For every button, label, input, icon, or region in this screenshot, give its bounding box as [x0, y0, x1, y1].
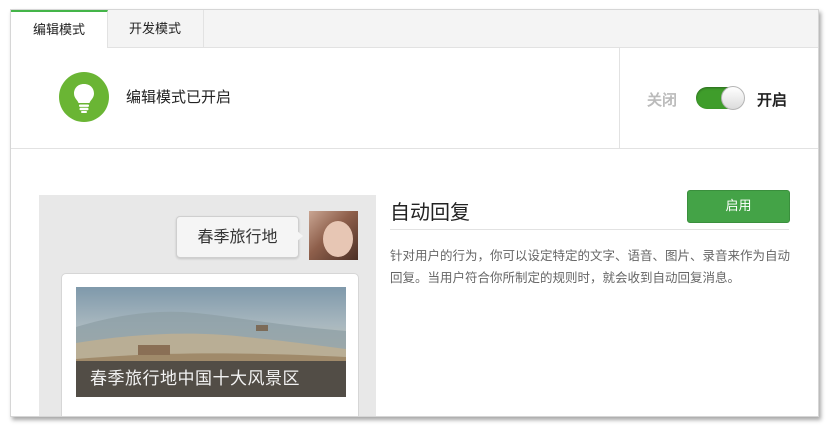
- auto-reply-preview: 春季旅行地 春季旅行地中国十大风景区: [39, 195, 376, 416]
- title-divider: [390, 229, 789, 230]
- settings-panel: 编辑模式 开发模式 编辑模式已开启 关闭 开启 春季旅行地 春季旅行地中国十大风…: [10, 9, 819, 417]
- news-card: 春季旅行地中国十大风景区: [61, 273, 359, 416]
- landscape-image: 春季旅行地中国十大风景区: [76, 287, 346, 397]
- mode-status-text: 编辑模式已开启: [126, 88, 232, 106]
- tab-dev-mode[interactable]: 开发模式: [107, 10, 204, 47]
- tab-bar: 编辑模式 开发模式: [11, 10, 818, 48]
- mode-toggle-switch[interactable]: [696, 86, 745, 110]
- message-bubble-tail: [296, 230, 303, 242]
- divider: [619, 48, 620, 148]
- user-avatar: [309, 211, 358, 260]
- lightbulb-icon: [59, 72, 109, 122]
- enable-button[interactable]: 启用: [687, 190, 790, 223]
- avatar-face: [323, 221, 353, 257]
- toggle-on-label: 开启: [757, 91, 788, 109]
- toggle-off-label: 关闭: [647, 91, 678, 109]
- tab-edit-mode[interactable]: 编辑模式: [11, 10, 108, 48]
- mode-status-row: 编辑模式已开启 关闭 开启: [11, 48, 818, 149]
- news-caption: 春季旅行地中国十大风景区: [76, 361, 346, 397]
- feature-description: 针对用户的行为，你可以设定特定的文字、语音、图片、录音来作为自动回复。当用户符合…: [390, 248, 791, 285]
- message-bubble: 春季旅行地: [176, 216, 299, 258]
- feature-title: 自动回复: [390, 200, 470, 224]
- toggle-knob: [721, 86, 745, 110]
